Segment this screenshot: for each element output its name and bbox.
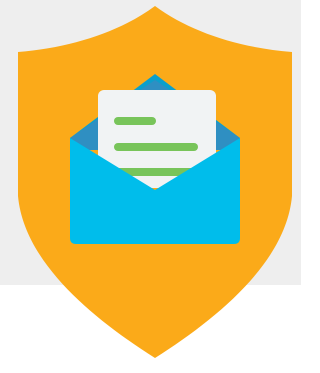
secure-mail-illustration [0,0,301,373]
icon-canvas [0,0,301,373]
shield-mail-svg [18,6,292,358]
